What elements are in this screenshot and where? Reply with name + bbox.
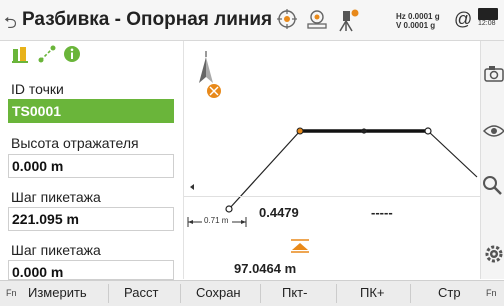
scale-label: 0.71 m xyxy=(204,216,229,225)
at-icon[interactable]: @ xyxy=(454,9,472,30)
settings-gear-icon[interactable] xyxy=(481,239,504,269)
clock-time: 12:08 xyxy=(478,20,496,27)
point-minus-button[interactable]: Пкт- xyxy=(282,285,307,300)
graphic-divider xyxy=(184,196,480,197)
page-button[interactable]: Стр xyxy=(438,285,461,300)
softkey-divider xyxy=(410,284,411,303)
view-button[interactable] xyxy=(481,116,504,146)
softkey-divider xyxy=(260,284,261,303)
height-readout: 97.0464 m xyxy=(234,261,297,276)
softkey-bar: Fn Измерить Расст Сохран Пкт- ПК+ Стр Fn xyxy=(0,280,504,306)
v-value: V 0.0001 g xyxy=(396,21,436,30)
target-icon[interactable] xyxy=(276,8,298,35)
instrument-marker-icon xyxy=(207,84,221,98)
save-button[interactable]: Сохран xyxy=(196,285,241,300)
page-title: Разбивка - Опорная линия xyxy=(22,9,273,30)
search-icon[interactable] xyxy=(481,171,504,201)
battery-icon xyxy=(478,8,498,20)
offset-readout: 0.4479 xyxy=(259,205,299,220)
chainage-step-field[interactable]: 221.095 m xyxy=(8,207,174,231)
measure-button[interactable]: Измерить xyxy=(28,285,87,300)
softkey-divider xyxy=(108,284,109,303)
reflector-height-field[interactable]: 0.000 m xyxy=(8,154,174,178)
info-icon[interactable] xyxy=(63,45,81,68)
battery-indicator: 12:08 xyxy=(478,8,500,36)
back-icon[interactable]: ⮌ xyxy=(4,12,17,39)
point-id-field[interactable]: TS0001 xyxy=(8,99,174,123)
right-toolbar xyxy=(480,41,504,279)
readout-dashes: ----- xyxy=(371,205,393,220)
reflector-height-label: Высота отражателя xyxy=(11,135,139,151)
collapse-panel-arrow xyxy=(190,184,194,190)
reference-line xyxy=(225,127,478,213)
fn-key-right[interactable]: Fn xyxy=(486,288,497,298)
instrument-icon[interactable] xyxy=(335,8,361,37)
hz-value: Hz 0.0001 g xyxy=(396,12,440,21)
height-indicator-icon xyxy=(291,239,309,253)
stakeout-graphic: 0.71 m 0.4479 ----- 97.0464 m xyxy=(183,41,480,279)
distance-button[interactable]: Расст xyxy=(124,285,158,300)
point-id-label: ID точки xyxy=(11,81,64,97)
softkey-divider xyxy=(336,284,337,303)
left-panel: ID точки TS0001 Высота отражателя 0.000 … xyxy=(0,41,182,280)
camera-button[interactable] xyxy=(481,59,504,89)
chainage-step-label: Шаг пикетажа xyxy=(11,189,101,205)
chainage-step-label-2: Шаг пикетажа xyxy=(11,242,101,258)
north-arrow-icon xyxy=(199,51,213,83)
chainage-step-field-2[interactable]: 0.000 m xyxy=(8,260,174,280)
chainage-plus-button[interactable]: ПК+ xyxy=(360,285,385,300)
line-tool-icon[interactable] xyxy=(38,45,56,68)
prism-icon[interactable] xyxy=(305,8,329,35)
title-bar: ⮌ Разбивка - Опорная линия Hz 0.0001 g V xyxy=(0,0,504,41)
building-icon[interactable] xyxy=(11,45,29,68)
softkey-divider xyxy=(180,284,181,303)
angle-readout: Hz 0.0001 g V 0.0001 g xyxy=(396,12,440,30)
fn-key-left[interactable]: Fn xyxy=(6,288,17,298)
